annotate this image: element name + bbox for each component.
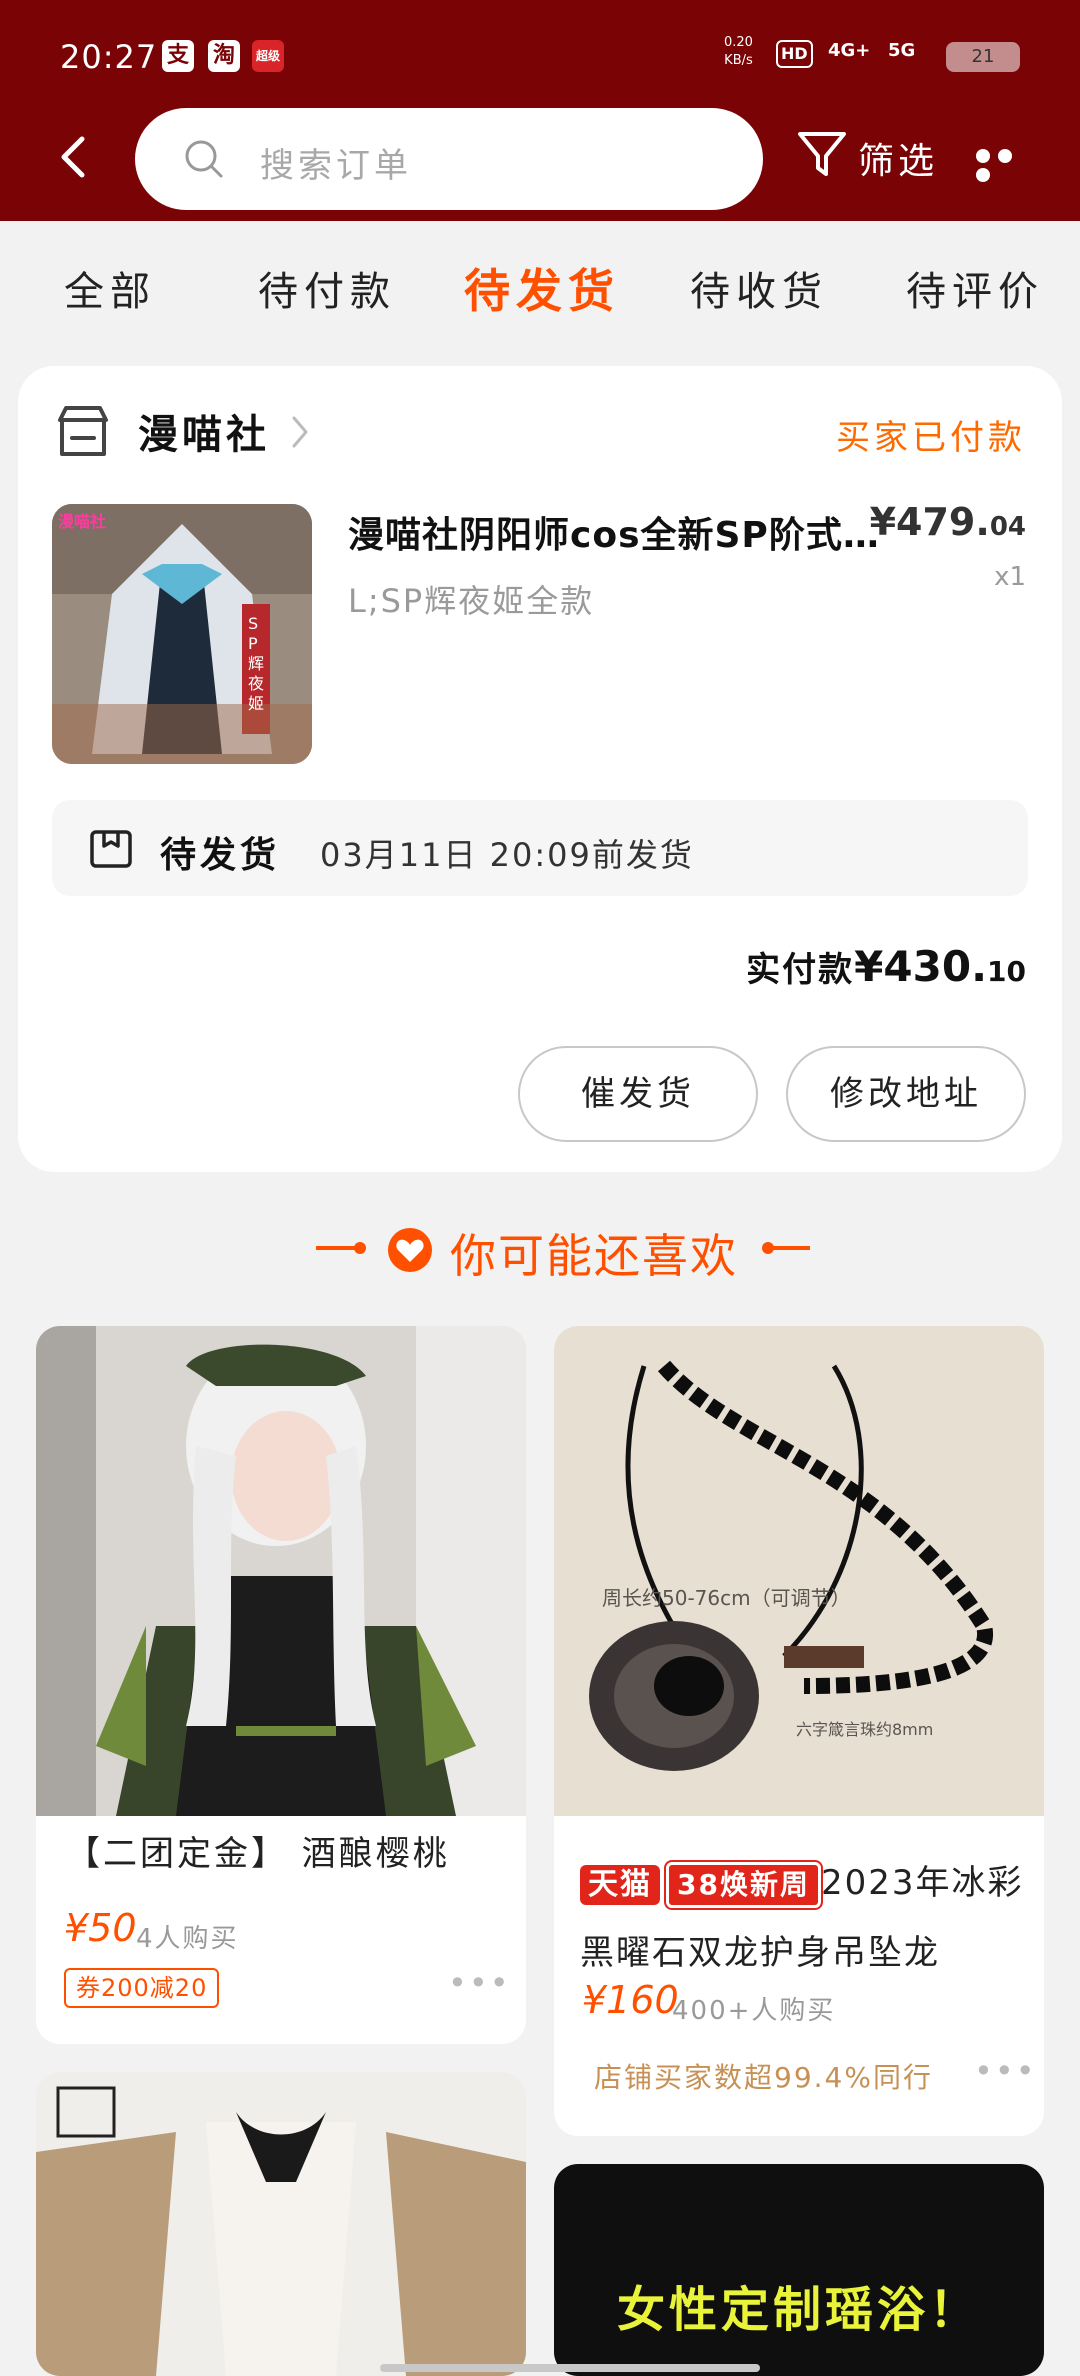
signal-5g-icon: 5G xyxy=(888,40,916,61)
search-bar[interactable]: 搜索订单 xyxy=(135,108,763,210)
net-speed-unit: KB/s xyxy=(724,53,753,68)
recommend-item-title: 天猫 38焕新周 2023年冰彩 黑曜石双龙护身吊坠龙 xyxy=(580,1848,1030,1988)
back-arrow-icon[interactable] xyxy=(52,135,96,179)
more-options-icon[interactable]: ••• xyxy=(974,2052,1037,2090)
recommend-item[interactable] xyxy=(36,2072,526,2376)
hd-icon: HD xyxy=(776,40,813,68)
search-placeholder: 搜索订单 xyxy=(260,146,412,186)
more-dot xyxy=(976,149,990,163)
tab-pending-review[interactable]: 待评价 xyxy=(906,259,1044,317)
status-bar: 20:27 支 淘 超级 0.20 KB/s HD 4G+ 5G 21 xyxy=(0,0,1080,110)
battery-icon: 21 xyxy=(946,42,1020,72)
shop-highlight: 店铺买家数超99.4%同行 xyxy=(594,2061,933,2094)
search-icon xyxy=(185,140,223,178)
recommend-item-price: ¥160 xyxy=(582,1978,679,2022)
amount-paid: 实付款¥430.10 xyxy=(746,942,1026,991)
filter-icon[interactable] xyxy=(796,128,848,180)
signal-4g-icon: 4G+ xyxy=(828,40,871,61)
product-image xyxy=(554,1326,1044,1816)
order-status: 买家已付款 xyxy=(836,418,1026,458)
divider-line xyxy=(764,1246,810,1250)
shipping-status: 待发货 xyxy=(160,835,281,876)
tab-pending-shipment[interactable]: 待发货 xyxy=(464,255,620,321)
product-image xyxy=(36,2072,526,2376)
taobao-notification-icon: 淘 xyxy=(208,40,240,72)
recommend-item-banner-text: 女性定制瑶浴！ xyxy=(616,2282,981,2338)
product-image[interactable]: 漫喵社 SP辉夜姬 xyxy=(52,504,312,764)
recommend-header: 你可能还喜欢 xyxy=(0,1210,1080,1283)
product-quantity: x1 xyxy=(994,562,1026,592)
amount-paid-label: 实付款 xyxy=(746,950,855,990)
image-caption: 周长约50-76cm（可调节） xyxy=(602,1586,851,1610)
product-title[interactable]: 漫喵社阴阳师cos全新SP阶式神辉夜姬 xyxy=(348,506,888,558)
recommend-item-sold: 4人购买 xyxy=(136,1924,239,1954)
shipping-info[interactable]: 待发货 03月11日 20:09前发货 xyxy=(52,800,1028,896)
product-price-int: ¥479. xyxy=(869,500,990,544)
product-image-tag: SP辉夜姬 xyxy=(248,614,265,713)
order-card[interactable]: 漫喵社 买家已付款 漫喵社 SP辉夜姬 漫喵社阴阳师cos全新SP阶式神辉夜姬 … xyxy=(18,366,1062,1172)
product-image xyxy=(36,1326,526,1816)
package-icon xyxy=(90,830,132,868)
amount-paid-dec: 10 xyxy=(987,955,1026,988)
change-address-button[interactable]: 修改地址 xyxy=(786,1046,1026,1142)
recommend-item[interactable]: 女性定制瑶浴！ xyxy=(554,2164,1044,2376)
more-dot xyxy=(976,168,990,182)
tab-pending-receipt[interactable]: 待收货 xyxy=(690,259,828,317)
filter-button[interactable]: 筛选 xyxy=(858,132,938,184)
more-options-icon[interactable] xyxy=(976,148,1040,182)
more-dot xyxy=(998,149,1012,163)
shop-name[interactable]: 漫喵社 xyxy=(138,402,270,460)
status-time: 20:27 xyxy=(60,38,158,76)
coupon-badge: 券200减20 xyxy=(64,1968,220,2008)
net-speed: 0.20 KB/s xyxy=(724,34,753,70)
recommend-item-title: 【二团定金】 酒酿樱桃 xyxy=(66,1834,450,1874)
product-image-art xyxy=(52,504,312,764)
urge-shipment-button[interactable]: 催发货 xyxy=(518,1046,758,1142)
recommend-item[interactable]: 周长约50-76cm（可调节） 六字箴言珠约8mm 天猫 38焕新周 2023年冰彩… xyxy=(554,1326,1044,2136)
super-app-notification-icon: 超级 xyxy=(252,40,284,72)
amount-paid-int: ¥430. xyxy=(854,942,988,991)
recommend-item-price: ¥50 xyxy=(64,1906,137,1950)
shop-icon xyxy=(58,406,108,456)
net-speed-value: 0.20 xyxy=(724,35,753,50)
home-indicator[interactable] xyxy=(380,2364,760,2372)
product-price-dec: 04 xyxy=(989,512,1026,542)
shipping-deadline: 03月11日 20:09前发货 xyxy=(320,836,694,874)
recommend-title: 你可能还喜欢 xyxy=(450,1229,738,1283)
recommend-item-title-line1: 2023年冰彩 xyxy=(820,1863,1024,1903)
top-header: 20:27 支 淘 超级 0.20 KB/s HD 4G+ 5G 21 搜索订单… xyxy=(0,0,1080,221)
heart-icon xyxy=(388,1228,432,1272)
tmall-badge: 天猫 xyxy=(580,1864,660,1905)
alipay-notification-icon: 支 xyxy=(162,40,194,72)
image-caption: 六字箴言珠约8mm xyxy=(796,1720,934,1739)
order-tabs: 全部 待付款 待发货 待收货 待评价 xyxy=(0,221,1080,351)
recommend-item-sold: 400+人购买 xyxy=(672,1996,836,2026)
chevron-right-icon[interactable] xyxy=(288,412,312,452)
recommend-item[interactable]: 【二团定金】 酒酿樱桃 ¥50 4人购买 券200减20 ••• xyxy=(36,1326,526,2044)
product-sku: L;SP辉夜姬全款 xyxy=(348,582,595,620)
tab-all[interactable]: 全部 xyxy=(64,259,156,317)
promo-badge: 38焕新周 xyxy=(666,1861,821,1908)
divider-dot xyxy=(354,1242,366,1254)
tab-pending-payment[interactable]: 待付款 xyxy=(258,259,396,317)
recommend-item-title-line2: 黑曜石双龙护身吊坠龙 xyxy=(580,1933,940,1973)
product-image-watermark: 漫喵社 xyxy=(58,512,107,531)
more-options-icon[interactable]: ••• xyxy=(448,1964,511,2002)
product-price: ¥479.04 xyxy=(870,500,1026,544)
